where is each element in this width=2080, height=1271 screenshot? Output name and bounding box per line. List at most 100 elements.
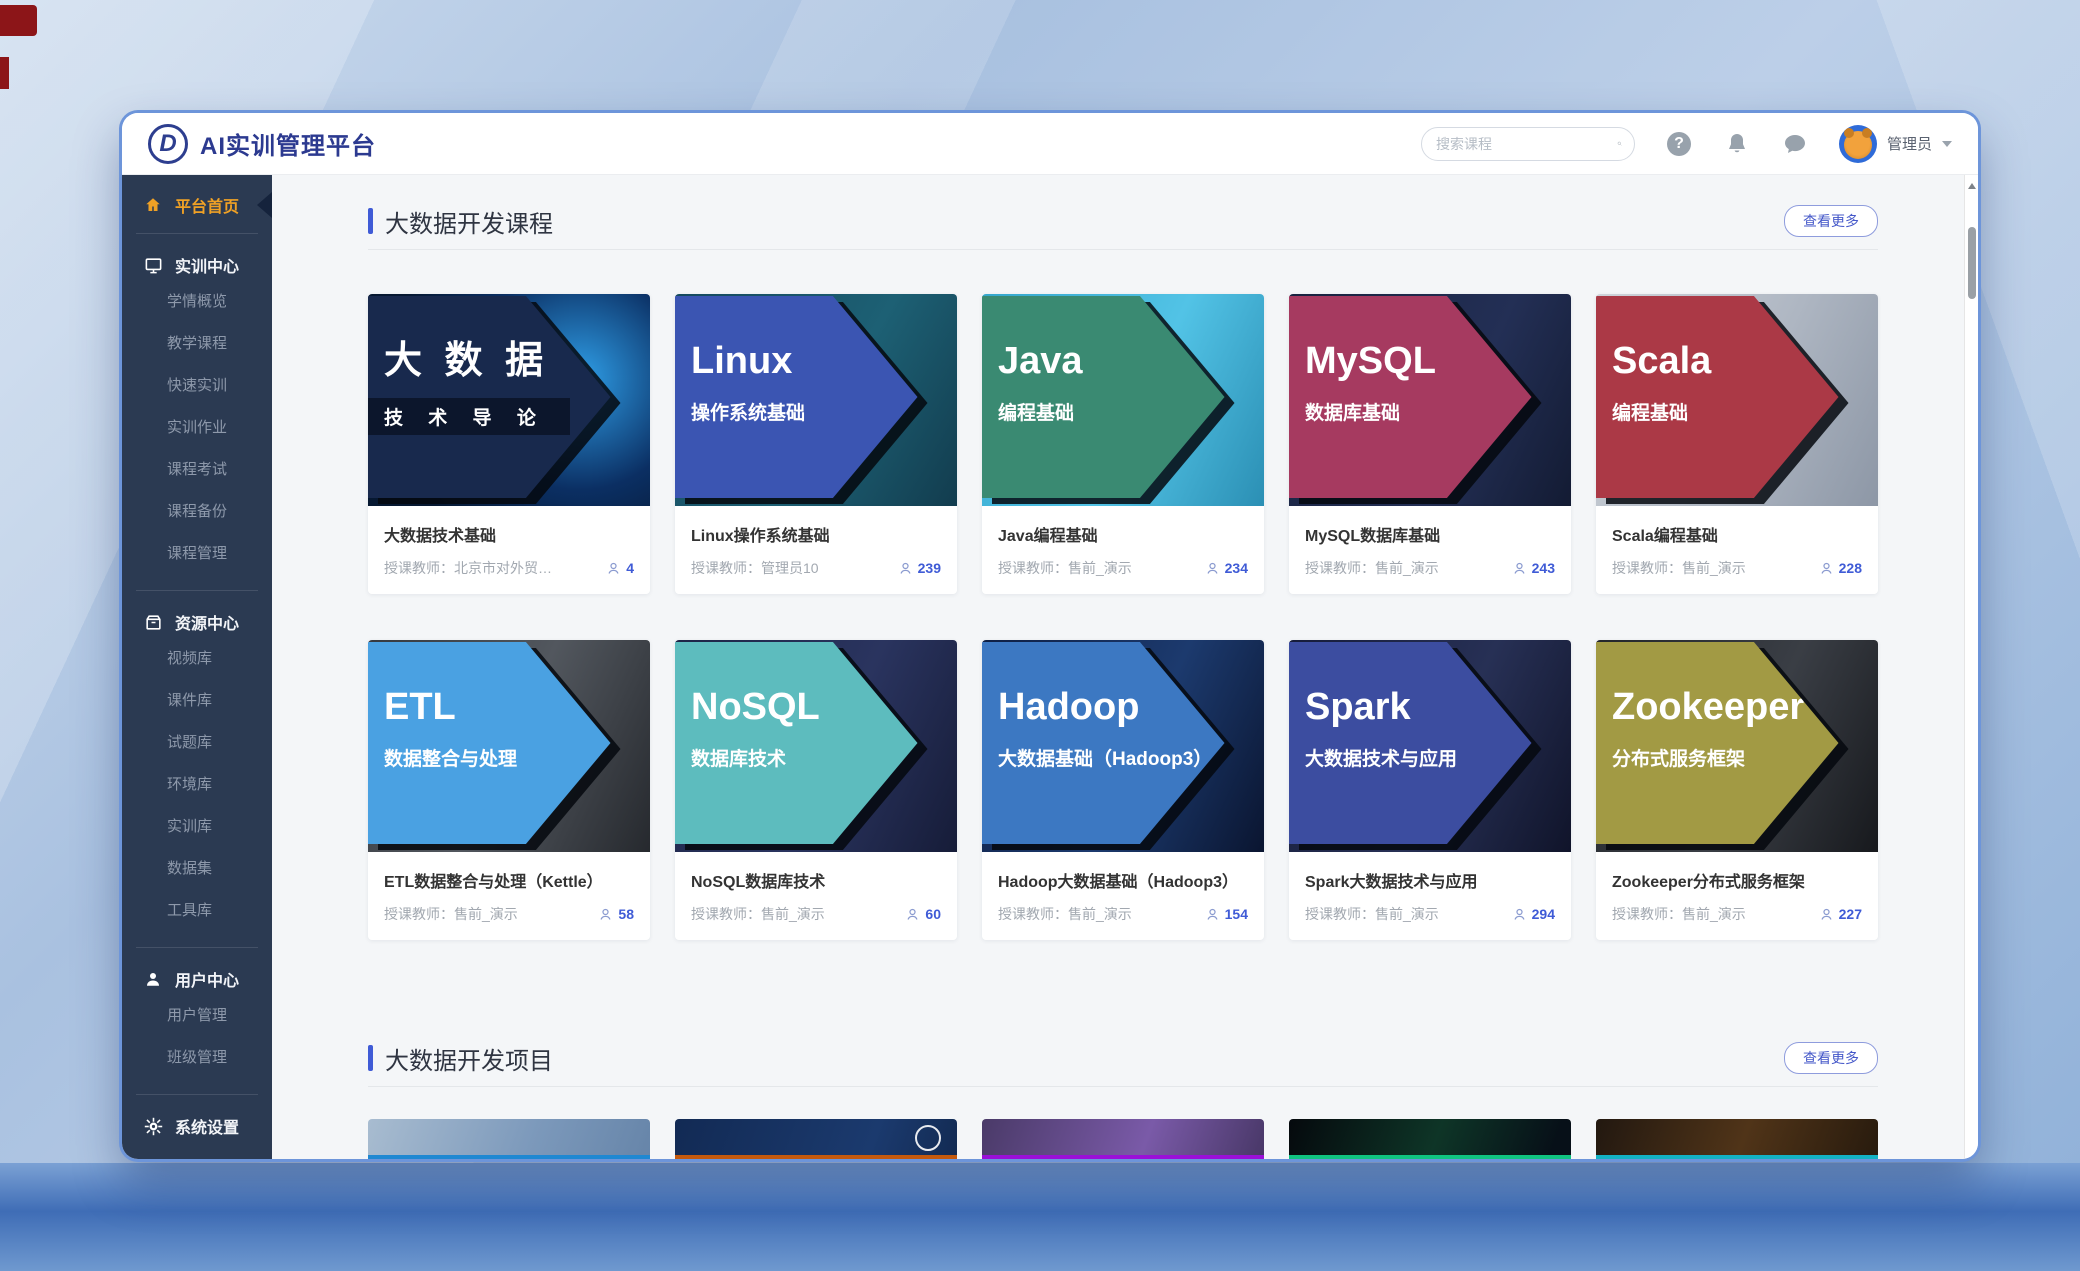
desktop-bottom-band: [0, 1163, 2080, 1271]
app-window: D AI实训管理平台 ? 管理员: [122, 113, 1978, 1159]
sidebar-group-系统设置[interactable]: 系统设置: [122, 1101, 272, 1151]
sidebar-item-环境库[interactable]: 环境库: [122, 773, 272, 815]
person-icon: [1512, 561, 1527, 576]
course-card[interactable]: Hadoop大数据基础（Hadoop3）Hadoop大数据基础（Hadoop3）…: [982, 640, 1264, 940]
course-card[interactable]: Zookeeper分布式服务框架Zookeeper分布式服务框架授课教师：售前_…: [1596, 640, 1878, 940]
cover-title: Hadoop: [998, 688, 1264, 726]
sidebar-item-实训作业[interactable]: 实训作业: [122, 416, 272, 458]
sidebar-item-home[interactable]: 平台首页: [122, 183, 272, 227]
view-more-button[interactable]: 查看更多: [1784, 1042, 1878, 1074]
notification-bell-icon[interactable]: [1723, 130, 1751, 158]
sidebar-item-班级管理[interactable]: 班级管理: [122, 1046, 272, 1088]
project-banner: 大数据开发案例: [675, 1155, 957, 1159]
sidebar-item-学情概览[interactable]: 学情概览: [122, 290, 272, 332]
course-cover-image: Spark大数据技术与应用: [1289, 640, 1571, 852]
course-teacher: 授课教师：售前_演示: [1612, 558, 1746, 578]
course-title: Linux操作系统基础: [691, 522, 941, 546]
course-card[interactable]: Java编程基础Java编程基础授课教师：售前_演示234: [982, 294, 1264, 594]
course-cover-image: Java编程基础: [982, 294, 1264, 506]
app-logo-icon: D: [148, 124, 188, 164]
course-teacher: 授课教师：管理员10: [691, 558, 819, 578]
app-header: D AI实训管理平台 ? 管理员: [122, 113, 1978, 175]
sidebar-item-课程管理[interactable]: 课程管理: [122, 542, 272, 584]
student-count: 243: [1512, 560, 1555, 576]
course-teacher: 授课教师：售前_演示: [384, 904, 518, 924]
sidebar-item-教学课程[interactable]: 教学课程: [122, 332, 272, 374]
sidebar-item-数据集[interactable]: 数据集: [122, 857, 272, 899]
course-card[interactable]: MySQL数据库基础MySQL数据库基础授课教师：售前_演示243: [1289, 294, 1571, 594]
title-accent-bar: [368, 1045, 373, 1071]
cover-arrow: NoSQL数据库技术: [675, 642, 957, 844]
project-card[interactable]: 大数据开发案例: [675, 1119, 957, 1159]
divider: [136, 590, 258, 591]
help-icon[interactable]: ?: [1665, 130, 1693, 158]
sidebar-item-课程备份[interactable]: 课程备份: [122, 500, 272, 542]
vertical-scrollbar[interactable]: [1964, 175, 1978, 1159]
sidebar-group-用户中心[interactable]: 用户中心: [122, 954, 272, 1004]
cover-subtitle: 大数据基础（Hadoop3）: [998, 744, 1212, 771]
course-teacher: 授课教师：售前_演示: [1305, 904, 1439, 924]
app-title: AI实训管理平台: [200, 126, 376, 161]
scrollbar-thumb[interactable]: [1968, 227, 1976, 299]
project-cards-row: 大数据开发案例大数据开发案例大数据开发案例大数据开发案例大数据开发案例: [368, 1119, 1878, 1159]
sidebar-group-label: 用户中心: [175, 967, 239, 991]
sidebar-item-课程考试[interactable]: 课程考试: [122, 458, 272, 500]
divider: [136, 1094, 258, 1095]
course-cover-image: Linux 操作系统基础: [675, 294, 957, 506]
monitor-icon: [143, 255, 163, 275]
person-icon: [1205, 907, 1220, 922]
sidebar-item-视频库[interactable]: 视频库: [122, 647, 272, 689]
project-card[interactable]: 大数据开发案例: [368, 1119, 650, 1159]
student-count: 58: [598, 906, 634, 922]
user-menu[interactable]: 管理员: [1839, 125, 1952, 163]
user-name: 管理员: [1887, 133, 1932, 154]
course-card[interactable]: Spark大数据技术与应用Spark大数据技术与应用授课教师：售前_演示294: [1289, 640, 1571, 940]
title-accent-bar: [368, 208, 373, 234]
course-card[interactable]: ETL数据整合与处理ETL数据整合与处理（Kettle）授课教师：售前_演示58: [368, 640, 650, 940]
search-input[interactable]: [1436, 136, 1617, 152]
chevron-down-icon: [1942, 141, 1952, 147]
message-icon[interactable]: [1781, 130, 1809, 158]
scroll-up-arrow-icon[interactable]: [1968, 183, 1976, 189]
sidebar-group-实训中心[interactable]: 实训中心: [122, 240, 272, 290]
desktop-corner-widget: [0, 5, 37, 36]
cover-title: Linux: [691, 342, 957, 380]
search-icon[interactable]: [1617, 135, 1622, 152]
cover-subtitle: 技 术 导 论: [368, 398, 570, 435]
cover-arrow: Linux 操作系统基础: [675, 296, 957, 498]
sidebar-item-试题库[interactable]: 试题库: [122, 731, 272, 773]
cover-arrow: Java编程基础: [982, 296, 1264, 498]
sidebar-item-快速实训[interactable]: 快速实训: [122, 374, 272, 416]
sidebar-item-用户管理[interactable]: 用户管理: [122, 1004, 272, 1046]
student-count: 60: [905, 906, 941, 922]
cover-title: Java: [998, 342, 1264, 380]
sidebar-group-资源中心[interactable]: 资源中心: [122, 597, 272, 647]
view-more-button[interactable]: 查看更多: [1784, 205, 1878, 237]
search-box[interactable]: [1421, 127, 1635, 161]
divider: [368, 249, 1878, 250]
project-card[interactable]: 大数据开发案例: [982, 1119, 1264, 1159]
student-count: 154: [1205, 906, 1248, 922]
course-card[interactable]: Scala编程基础Scala编程基础授课教师：售前_演示228: [1596, 294, 1878, 594]
course-cards-row-1: 大 数 据技 术 导 论大数据技术基础授课教师：北京市对外贸易学校教...4 Li…: [368, 294, 1878, 594]
person-icon: [1819, 561, 1834, 576]
course-title: NoSQL数据库技术: [691, 868, 941, 892]
cover-arrow: ETL数据整合与处理: [368, 642, 650, 844]
cover-subtitle: 数据库基础: [1305, 398, 1400, 425]
sidebar-item-工具库[interactable]: 工具库: [122, 899, 272, 941]
course-card[interactable]: NoSQL数据库技术NoSQL数据库技术授课教师：售前_演示60: [675, 640, 957, 940]
active-notch: [257, 192, 272, 218]
cover-subtitle: 操作系统基础: [691, 398, 805, 425]
course-cover-image: NoSQL数据库技术: [675, 640, 957, 852]
course-card[interactable]: 大 数 据技 术 导 论大数据技术基础授课教师：北京市对外贸易学校教...4: [368, 294, 650, 594]
sidebar-group-label: 系统设置: [175, 1114, 239, 1138]
sidebar-item-实训库[interactable]: 实训库: [122, 815, 272, 857]
project-card[interactable]: 大数据开发案例: [1596, 1119, 1878, 1159]
project-card[interactable]: 大数据开发案例: [1289, 1119, 1571, 1159]
course-card[interactable]: Linux操作系统基础Linux操作系统基础授课教师：管理员10239: [675, 294, 957, 594]
course-cover-image: 大 数 据技 术 导 论: [368, 294, 650, 506]
main-content: 大数据开发课程 查看更多 大 数 据技 术 导 论大数据技术基础授课教师：北京市…: [272, 175, 1964, 1159]
sidebar-item-课件库[interactable]: 课件库: [122, 689, 272, 731]
course-cover-image: MySQL数据库基础: [1289, 294, 1571, 506]
section-title: 大数据开发课程: [368, 204, 553, 239]
